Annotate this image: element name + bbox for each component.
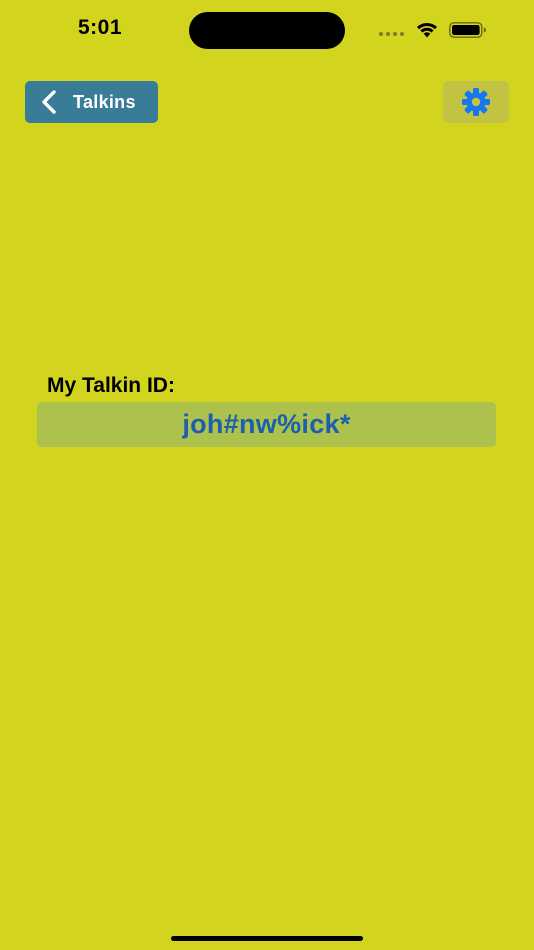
battery-icon — [449, 22, 486, 38]
status-bar: 5:01 — [0, 0, 534, 60]
status-time: 5:01 — [78, 16, 123, 39]
dynamic-island — [189, 12, 345, 49]
wifi-icon — [417, 23, 437, 38]
gear-icon — [462, 88, 490, 116]
home-indicator[interactable] — [171, 936, 363, 941]
cellular-dots-icon — [379, 32, 404, 36]
talkin-id-label: My Talkin ID: — [47, 374, 175, 397]
back-button-label: Talkins — [73, 91, 136, 112]
talkin-id-value: joh#nw%ick* — [182, 409, 351, 439]
settings-button[interactable] — [443, 81, 509, 123]
chevron-left-icon — [42, 90, 56, 114]
back-button[interactable]: Talkins — [25, 81, 158, 123]
talkin-id-box[interactable]: joh#nw%ick* — [37, 402, 496, 447]
